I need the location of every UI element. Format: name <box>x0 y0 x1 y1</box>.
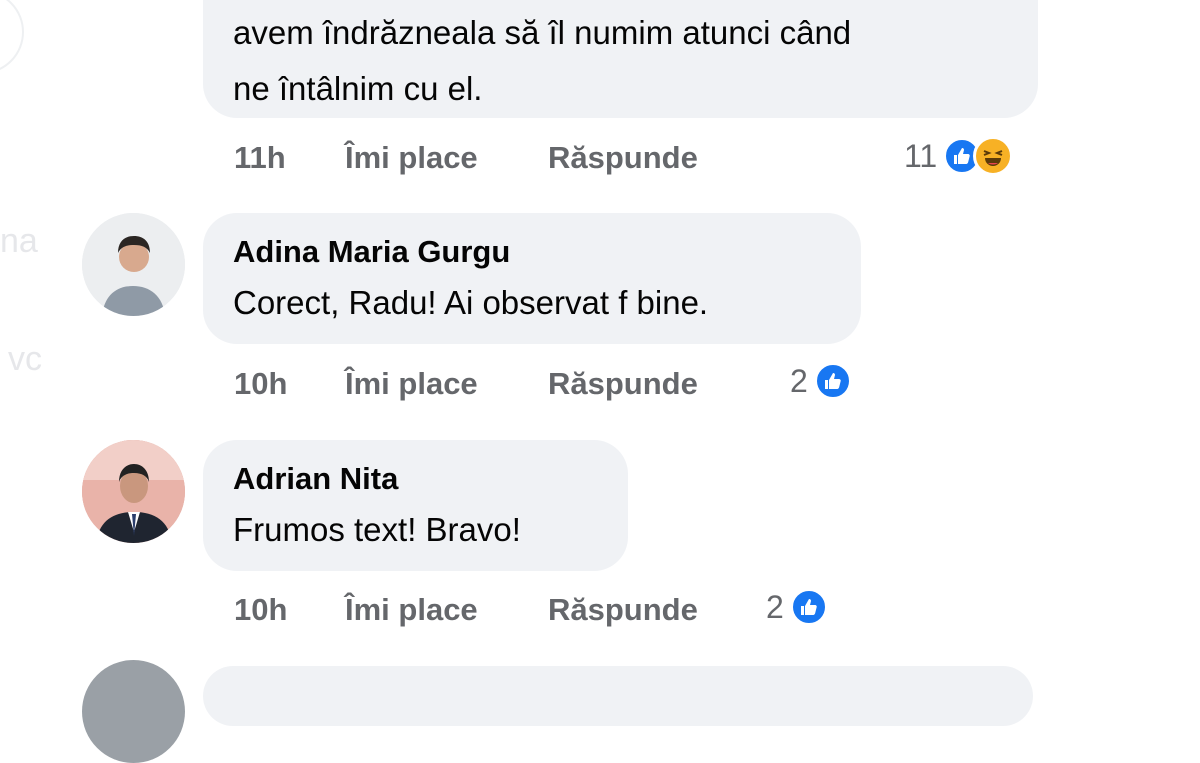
comment-actions: 11h Îmi place Răspunde 11 <box>234 136 1044 180</box>
comment-text-line: avem îndrăzneala să îl numim atunci când <box>233 14 852 51</box>
background-circle <box>0 0 24 74</box>
comment-text: avem îndrăzneala să îl numim atunci când… <box>233 5 851 117</box>
side-fragment: vc <box>8 340 42 378</box>
comment-bubble <box>203 666 1033 726</box>
like-button[interactable]: Îmi place <box>345 592 478 628</box>
like-icon <box>789 588 828 626</box>
comment-time[interactable]: 10h <box>234 366 287 402</box>
comment-actions: 10h Îmi place Răspunde 2 <box>234 588 844 632</box>
reaction-summary[interactable]: 2 <box>790 362 852 400</box>
comment-text-line: ne întâlnim cu el. <box>233 70 483 107</box>
comment-bubble: avem îndrăzneala să îl numim atunci când… <box>203 0 1038 118</box>
like-button[interactable]: Îmi place <box>345 140 478 176</box>
comment-text: Corect, Radu! Ai observat f bine. <box>233 284 709 321</box>
reply-button[interactable]: Răspunde <box>548 366 698 402</box>
comment-bubble: Adina Maria Gurgu Corect, Radu! Ai obser… <box>203 213 861 344</box>
reaction-count: 2 <box>766 588 784 625</box>
comment-text: Frumos text! Bravo! <box>233 511 521 548</box>
comment-time[interactable]: 11h <box>234 140 286 176</box>
reply-button[interactable]: Răspunde <box>548 140 698 176</box>
like-icon <box>813 362 852 400</box>
comment-author[interactable]: Adrian Nita <box>233 461 398 497</box>
comment-bubble: Adrian Nita Frumos text! Bravo! <box>203 440 628 571</box>
reaction-count: 2 <box>790 362 808 399</box>
comment-author[interactable]: Adina Maria Gurgu <box>233 234 510 270</box>
comment-time[interactable]: 10h <box>234 592 287 628</box>
haha-icon <box>973 136 1014 176</box>
reply-button[interactable]: Răspunde <box>548 592 698 628</box>
reaction-count: 11 <box>904 137 938 174</box>
comment-actions: 10h Îmi place Răspunde 2 <box>234 362 874 406</box>
avatar[interactable] <box>82 213 185 316</box>
avatar[interactable] <box>82 660 185 763</box>
reaction-summary[interactable]: 2 <box>766 588 828 626</box>
reaction-summary[interactable]: 11 <box>904 136 1014 176</box>
side-fragment: na <box>0 222 38 260</box>
like-button[interactable]: Îmi place <box>345 366 478 402</box>
avatar[interactable] <box>82 440 185 543</box>
